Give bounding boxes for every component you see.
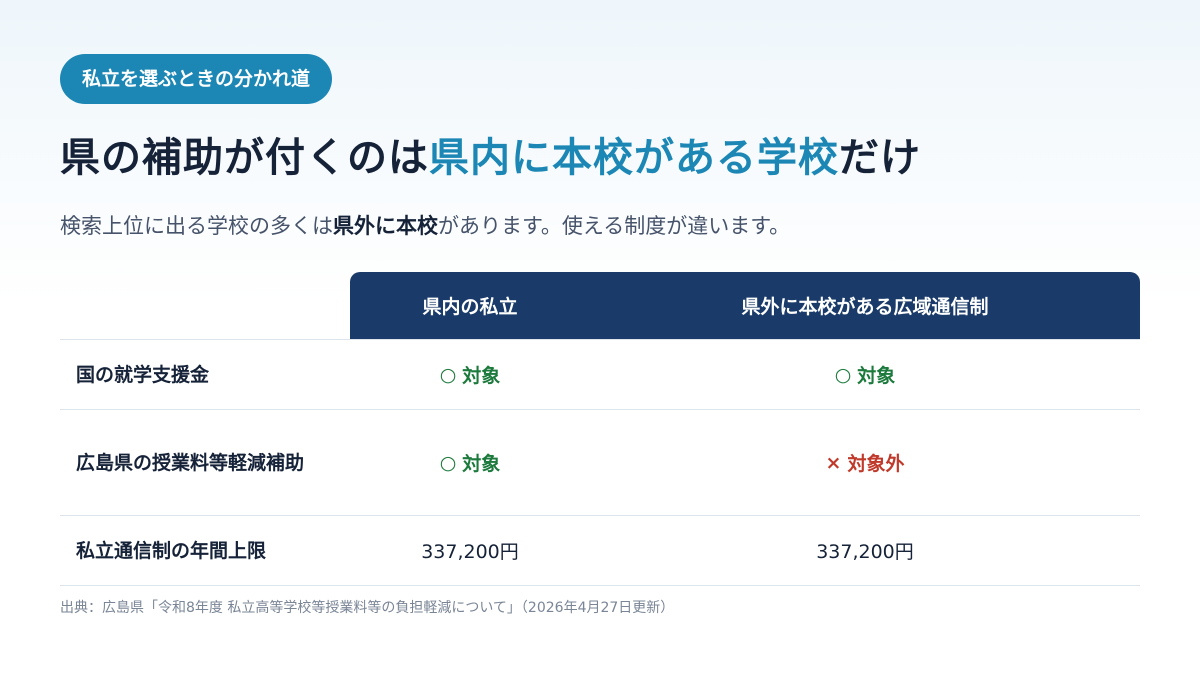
circle-icon: ○ <box>834 363 852 386</box>
amount-cell: 337,200円 <box>350 537 590 564</box>
amount-text: 337,200円 <box>816 541 914 563</box>
status-text: 対象外 <box>847 453 905 475</box>
source-note: 出典：広島県「令和8年度 私立高等学校等授業料等の負担軽減について」（2026年… <box>60 600 675 616</box>
page-title: 県の補助が付くのは県内に本校がある学校だけ <box>60 130 921 186</box>
title-text-2: だけ <box>839 135 921 181</box>
header-box: 県内の私立 県外に本校がある広域通信制 <box>350 272 1140 339</box>
row-label: 国の就学支援金 <box>76 363 210 386</box>
subtitle-bold: 県外に本校 <box>333 214 438 238</box>
table-row: 広島県の授業料等軽減補助 ○ 対象 × 対象外 <box>60 410 1140 516</box>
amount-text: 337,200円 <box>421 541 519 563</box>
title-text-1: 県の補助が付くのは <box>60 135 429 181</box>
cross-icon: × <box>825 451 842 474</box>
amount-cell: 337,200円 <box>590 537 1140 564</box>
subtitle: 検索上位に出る学校の多くは県外に本校があります。使える制度が違います。 <box>60 208 790 244</box>
circle-icon: ○ <box>439 451 457 474</box>
status-cell: × 対象外 <box>590 449 1140 476</box>
comparison-table: 県内の私立 県外に本校がある広域通信制 国の就学支援金 ○ 対象 ○ 対象 広島… <box>60 272 1140 586</box>
status-text: 対象 <box>857 365 896 387</box>
status-cell: ○ 対象 <box>350 449 590 476</box>
circle-icon: ○ <box>439 363 457 386</box>
category-badge: 私立を選ぶときの分かれ道 <box>60 54 333 104</box>
title-highlight: 県内に本校がある学校 <box>429 135 839 181</box>
table-row: 国の就学支援金 ○ 対象 ○ 対象 <box>60 339 1140 410</box>
header-in-prefecture: 県内の私立 <box>422 296 518 318</box>
row-label-text: 広島県の授業料等軽減補助 <box>76 451 305 474</box>
row-label: 私立通信制の年間上限 <box>76 539 267 562</box>
status-text: 対象 <box>462 365 501 387</box>
subtitle-text-2: があります。使える制度が違います。 <box>438 214 791 238</box>
status-cell: ○ 対象 <box>350 361 590 388</box>
subtitle-text-1: 検索上位に出る学校の多くは <box>60 214 333 238</box>
table-row: 私立通信制の年間上限 337,200円 337,200円 <box>60 516 1140 586</box>
table-header: 県内の私立 県外に本校がある広域通信制 <box>60 272 1140 339</box>
header-blank-cell <box>60 272 350 339</box>
status-text: 対象 <box>462 453 501 475</box>
status-cell: ○ 対象 <box>590 361 1140 388</box>
header-out-of-prefecture: 県外に本校がある広域通信制 <box>741 296 989 318</box>
row-label: 広島県の授業料等軽減補助 <box>60 446 350 480</box>
